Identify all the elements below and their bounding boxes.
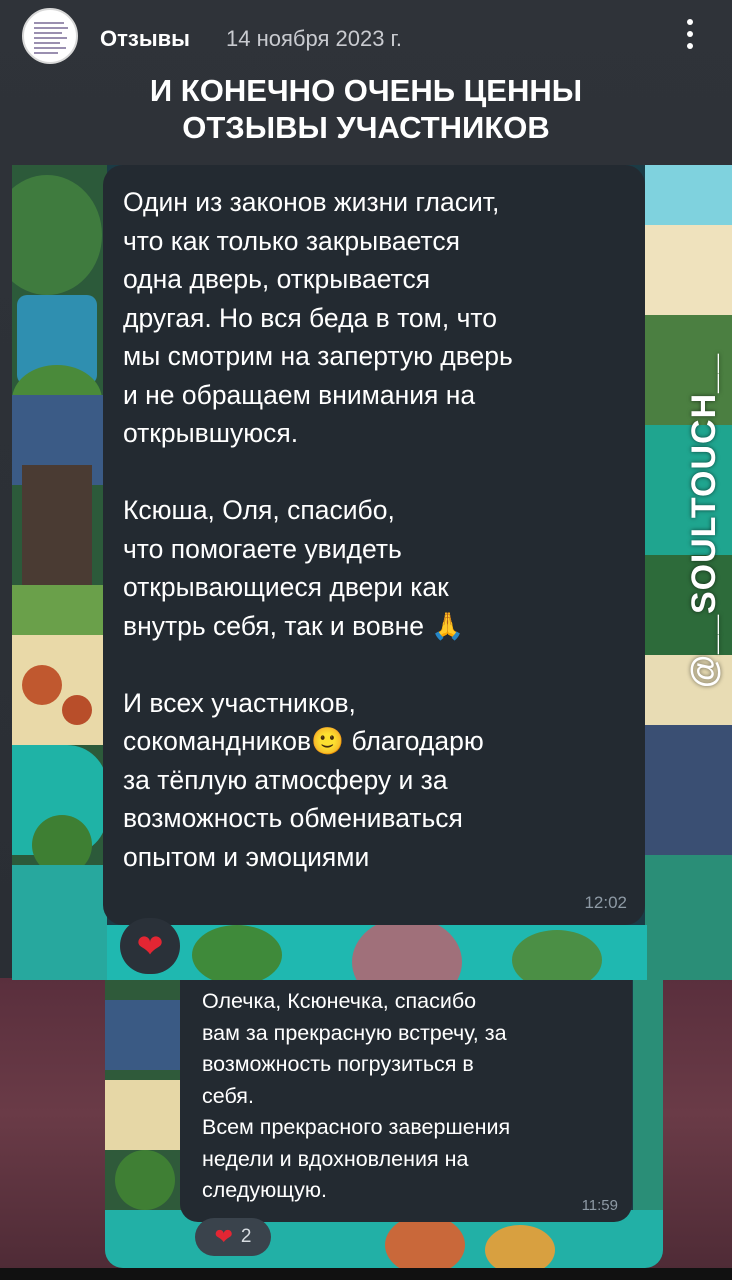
review-1-time: 12:02 xyxy=(584,893,627,912)
review-2-text: Олечка, Ксюнечка, спасибо вам за прекрас… xyxy=(202,989,511,1202)
more-vertical-icon[interactable] xyxy=(678,16,702,52)
headline-line-2: ОТЗЫВЫ УЧАСТНИКОВ xyxy=(182,110,550,145)
channel-name[interactable]: Отзывы xyxy=(100,26,190,52)
review-1-text: Один из законов жизни гласит, что как то… xyxy=(123,187,513,872)
channel-avatar[interactable] xyxy=(22,8,78,64)
heart-icon: ❤ xyxy=(214,1224,233,1249)
watermark: @__SOULTOUCH__ xyxy=(674,330,732,710)
review-2-time: 11:59 xyxy=(581,1197,618,1214)
headline-line-1: И КОНЕЧНО ОЧЕНЬ ЦЕННЫ xyxy=(149,73,583,108)
bottom-bar xyxy=(0,1268,732,1280)
review-message-1: Один из законов жизни гласит, что как то… xyxy=(103,165,645,925)
heart-reaction-count-button[interactable]: ❤ 2 xyxy=(195,1218,271,1256)
post-date: 14 ноября 2023 г. xyxy=(226,26,402,51)
review-message-2: Олечка, Ксюнечка, спасибо вам за прекрас… xyxy=(180,980,632,1222)
story-headline: И КОНЕЧНО ОЧЕНЬ ЦЕННЫ ОТЗЫВЫ УЧАСТНИКОВ xyxy=(0,72,732,146)
reaction-count: 2 xyxy=(240,1226,252,1247)
watermark-text: @__SOULTOUCH__ xyxy=(684,352,723,688)
heart-icon: ❤ xyxy=(136,928,164,964)
heart-reaction-button[interactable]: ❤ xyxy=(120,918,180,974)
